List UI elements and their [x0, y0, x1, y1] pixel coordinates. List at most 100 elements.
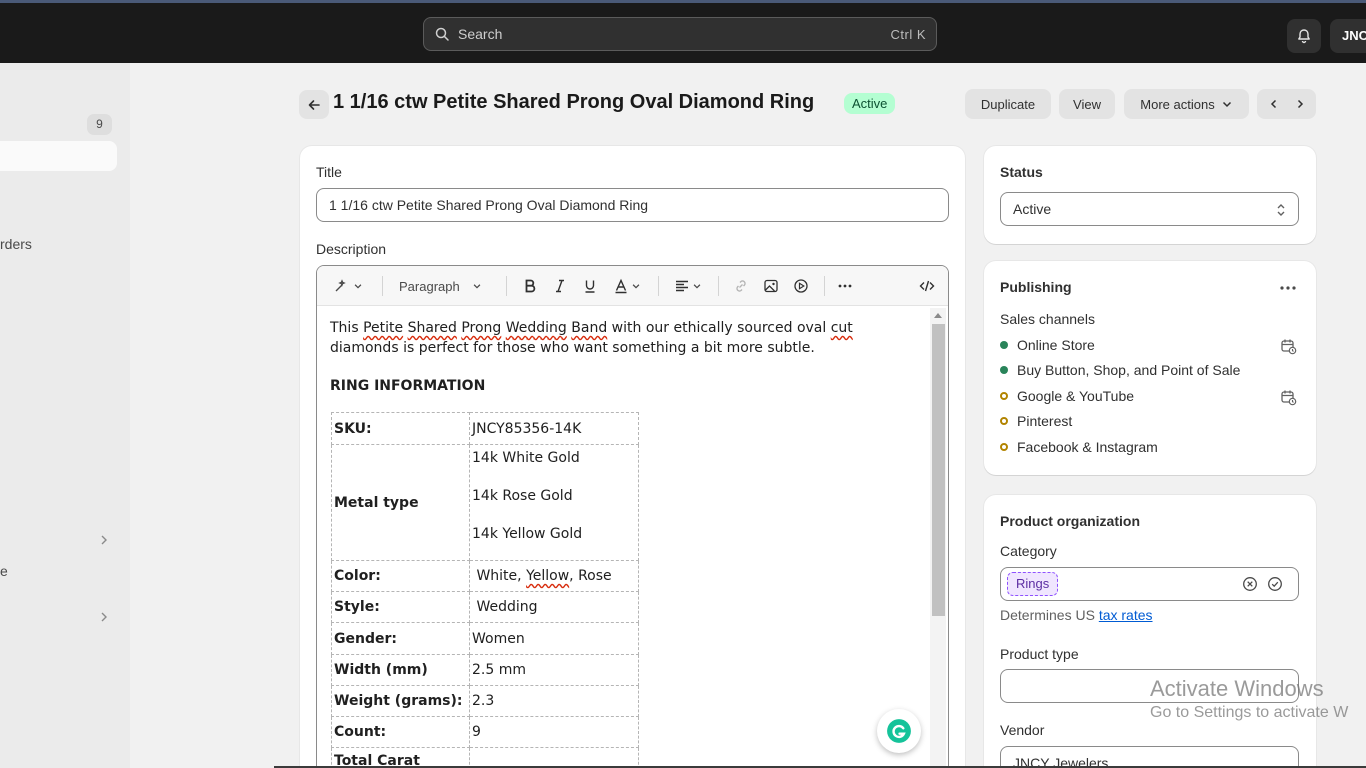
- toolbar-divider: [718, 276, 719, 296]
- channel-google-youtube: Google & YouTube: [1000, 388, 1134, 404]
- category-tag[interactable]: Rings: [1007, 572, 1059, 596]
- title-label: Title: [316, 164, 342, 180]
- text-color-button[interactable]: [610, 276, 644, 296]
- check-circle-icon[interactable]: [1267, 576, 1283, 592]
- product-type-label: Product type: [1000, 646, 1079, 662]
- chevron-left-icon[interactable]: [1268, 98, 1280, 110]
- insert-image-button[interactable]: [761, 276, 781, 296]
- ai-magic-button[interactable]: [329, 276, 367, 296]
- sidebar-item-active[interactable]: [0, 141, 117, 171]
- channel-buy-button: Buy Button, Shop, and Point of Sale: [1000, 362, 1240, 378]
- chevron-right-icon[interactable]: [98, 611, 110, 623]
- calendar-schedule-icon[interactable]: [1280, 338, 1297, 355]
- activate-windows-watermark: Activate Windows Go to Settings to activ…: [1150, 676, 1348, 722]
- table-row: Total Carat: [331, 747, 639, 768]
- table-key: Metal type: [331, 444, 470, 561]
- category-label: Category: [1000, 543, 1057, 559]
- search-placeholder: Search: [458, 26, 503, 42]
- category-input[interactable]: Rings: [1000, 567, 1299, 601]
- align-left-icon: [676, 280, 688, 292]
- toolbar-divider: [824, 276, 825, 296]
- table-row: Weight (grams): 2.3: [331, 685, 639, 717]
- search-bar[interactable]: Search Ctrl K: [423, 17, 937, 51]
- vendor-label: Vendor: [1000, 722, 1045, 738]
- text-color-icon: [615, 278, 627, 294]
- grammar-assistant-button[interactable]: [877, 709, 921, 753]
- italic-icon: [556, 279, 564, 293]
- table-key: Total Carat: [331, 747, 470, 768]
- table-row: Style: Wedding: [331, 591, 639, 623]
- account-button[interactable]: JNC: [1330, 19, 1366, 53]
- clear-icon[interactable]: [1242, 576, 1258, 592]
- code-icon: [919, 280, 935, 292]
- duplicate-button[interactable]: Duplicate: [965, 89, 1051, 119]
- more-formatting-button[interactable]: [835, 276, 855, 296]
- more-options-icon[interactable]: [1279, 285, 1297, 291]
- status-label: Status: [1000, 164, 1043, 180]
- table-value: Women: [469, 622, 639, 655]
- underline-button[interactable]: [580, 276, 600, 296]
- view-button[interactable]: View: [1059, 89, 1115, 119]
- bold-button[interactable]: [520, 276, 540, 296]
- table-row: Color: White, Yellow, Rose: [331, 560, 639, 592]
- description-label: Description: [316, 241, 387, 257]
- search-shortcut: Ctrl K: [890, 26, 926, 42]
- notifications-button[interactable]: [1287, 19, 1321, 53]
- table-value: [469, 747, 639, 768]
- editor-toolbar: Paragraph: [317, 266, 948, 306]
- tax-rates-link[interactable]: tax rates: [1099, 607, 1153, 623]
- metal-option: 14k Rose Gold: [472, 488, 573, 504]
- sidebar-item-fragment[interactable]: e: [0, 563, 8, 579]
- channel-status-dot: [1000, 443, 1008, 451]
- paragraph-style-select[interactable]: Paragraph: [399, 276, 493, 296]
- bell-icon: [1298, 29, 1310, 44]
- table-row: Gender: Women: [331, 622, 639, 655]
- toolbar-divider: [506, 276, 507, 296]
- italic-button[interactable]: [550, 276, 570, 296]
- description-body[interactable]: This Petite Shared Prong Wedding Band wi…: [330, 318, 920, 358]
- scroll-up-arrow[interactable]: [934, 313, 942, 318]
- bold-icon: [525, 279, 536, 293]
- link-button[interactable]: [731, 276, 751, 296]
- table-row: Metal type 14k White Gold 14k Rose Gold …: [331, 444, 639, 561]
- more-actions-label: More actions: [1140, 96, 1215, 112]
- back-button[interactable]: [299, 90, 329, 119]
- watermark-line-2: Go to Settings to activate W: [1150, 704, 1349, 721]
- sales-channels-label: Sales channels: [1000, 311, 1095, 327]
- title-input[interactable]: 1 1/16 ctw Petite Shared Prong Oval Diam…: [316, 188, 949, 222]
- chevron-right-icon[interactable]: [1294, 98, 1306, 110]
- ring-information-table: SKU: JNCY85356-14K Metal type 14k White …: [331, 412, 639, 768]
- page-title: 1 1/16 ctw Petite Shared Prong Oval Diam…: [333, 91, 815, 113]
- status-badge: Active: [844, 93, 896, 114]
- play-circle-icon: [794, 279, 808, 293]
- status-select[interactable]: Active: [1000, 192, 1299, 226]
- calendar-schedule-icon[interactable]: [1280, 389, 1297, 406]
- html-source-button[interactable]: [916, 276, 938, 296]
- table-key: Gender:: [331, 622, 470, 655]
- table-key: Color:: [331, 560, 470, 592]
- align-button[interactable]: [671, 276, 705, 296]
- scroll-thumb[interactable]: [932, 324, 945, 616]
- chevron-right-icon[interactable]: [98, 534, 110, 546]
- link-icon: [736, 280, 746, 292]
- grammar-assistant-icon: [887, 719, 911, 743]
- table-key: Count:: [331, 716, 470, 748]
- table-value: 2.3: [469, 685, 639, 717]
- more-actions-button[interactable]: More actions: [1124, 89, 1249, 119]
- table-key: SKU:: [331, 412, 470, 445]
- sidebar-item-drafts-orders[interactable]: rders: [0, 236, 32, 252]
- channel-status-dot: [1000, 341, 1008, 349]
- channel-online-store: Online Store: [1000, 337, 1095, 353]
- sidebar-orders-count-badge: 9: [87, 114, 112, 135]
- top-bar: Search Ctrl K JNC: [0, 0, 1366, 63]
- table-value: 9: [469, 716, 639, 748]
- insert-video-button[interactable]: [791, 276, 811, 296]
- editor-scrollbar[interactable]: [930, 308, 946, 768]
- channel-status-dot: [1000, 366, 1008, 374]
- arrow-left-icon: [308, 99, 320, 110]
- chevron-down-icon: [354, 284, 362, 289]
- metal-option: 14k White Gold: [472, 450, 580, 466]
- image-icon: [764, 279, 778, 293]
- table-row: Width (mm) 2.5 mm: [331, 654, 639, 686]
- vendor-input[interactable]: JNCY Jewelers: [1000, 746, 1299, 768]
